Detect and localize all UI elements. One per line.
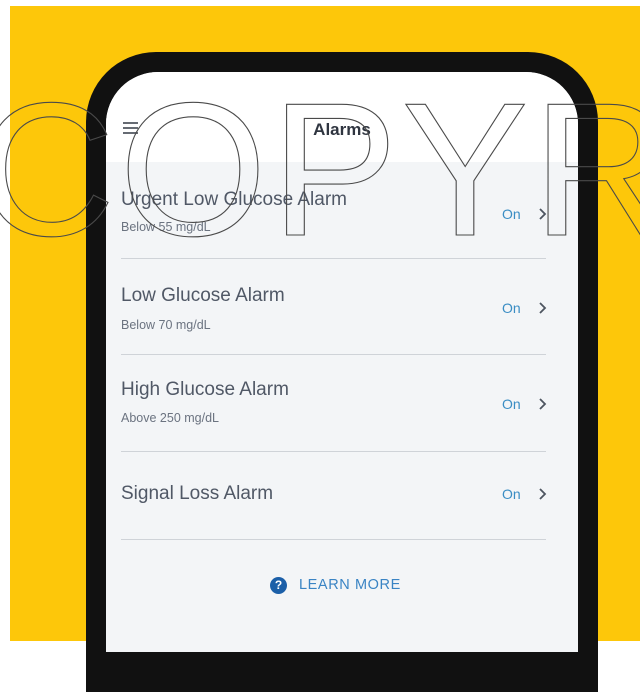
alarm-state: On xyxy=(502,396,521,412)
learn-more-label: LEARN MORE xyxy=(299,577,401,593)
alarm-row-low[interactable]: Low Glucose Alarm Below 70 mg/dL On xyxy=(106,259,578,355)
alarm-state: On xyxy=(502,486,521,502)
alarm-row-signal-loss[interactable]: Signal Loss Alarm On xyxy=(106,452,578,548)
chevron-right-icon xyxy=(539,208,547,220)
learn-more-link[interactable]: ? LEARN MORE xyxy=(270,574,401,596)
chevron-right-icon xyxy=(539,398,547,410)
app-header: Alarms xyxy=(106,72,578,162)
alarm-threshold: Above 250 mg/dL xyxy=(121,411,219,425)
alarm-row-high[interactable]: High Glucose Alarm Above 250 mg/dL On xyxy=(106,355,578,451)
alarm-name: High Glucose Alarm xyxy=(121,379,289,400)
chevron-right-icon xyxy=(539,302,547,314)
page-title: Alarms xyxy=(313,120,371,139)
alarm-state: On xyxy=(502,206,521,222)
alarm-threshold: Below 70 mg/dL xyxy=(121,318,211,332)
alarm-threshold: Below 55 mg/dL xyxy=(121,220,211,234)
app-screen: Alarms Urgent Low Glucose Alarm Below 55… xyxy=(106,72,578,652)
alarm-name: Low Glucose Alarm xyxy=(121,285,285,306)
info-circle-icon: ? xyxy=(270,576,287,594)
alarm-name: Signal Loss Alarm xyxy=(121,483,274,504)
alarm-name: Urgent Low Glucose Alarm xyxy=(121,189,347,210)
alarm-row-urgent-low[interactable]: Urgent Low Glucose Alarm Below 55 mg/dL … xyxy=(106,162,578,258)
chevron-right-icon xyxy=(539,488,547,500)
alarm-state: On xyxy=(502,300,521,316)
row-divider xyxy=(121,539,546,540)
